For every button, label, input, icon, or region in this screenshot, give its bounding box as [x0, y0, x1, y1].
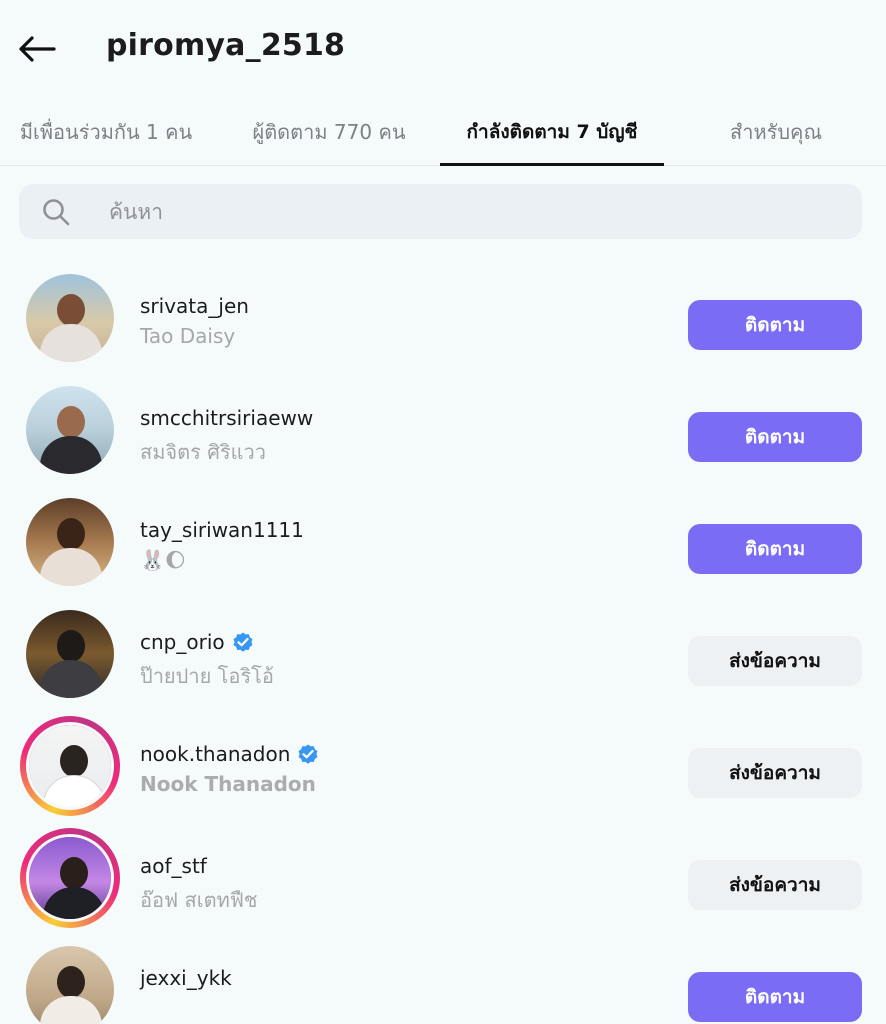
tab-followers[interactable]: ผู้ติดตาม 770 คน	[232, 98, 426, 165]
arrow-left-icon	[19, 36, 56, 62]
tab-for-you[interactable]: สำหรับคุณ	[686, 98, 866, 165]
list-item[interactable]: nook.thanadon Nook Thanadon ส่งข้อความ	[0, 716, 886, 828]
display-name: Tao Daisy	[140, 324, 236, 348]
tab-bar: มีเพื่อนร่วมกัน 1 คน ผู้ติดตาม 770 คน กำ…	[0, 98, 886, 166]
list-item[interactable]: cnp_orio ป๊ายปาย โอริโอ้ ส่งข้อความ	[0, 604, 886, 716]
list-item[interactable]: jexxi_ykk ติดตาม	[0, 940, 886, 1024]
follow-button[interactable]: ติดตาม	[688, 524, 862, 574]
search-input[interactable]	[109, 184, 809, 239]
username[interactable]: tay_siriwan1111	[140, 518, 304, 542]
username[interactable]: nook.thanadon	[140, 742, 320, 766]
display-name: 🐰🌔	[140, 548, 186, 572]
avatar[interactable]	[20, 268, 120, 368]
display-name: Nook Thanadon	[140, 772, 316, 796]
tab-mutual-friends[interactable]: มีเพื่อนร่วมกัน 1 คน	[0, 98, 212, 165]
verified-badge-icon	[233, 632, 253, 652]
avatar	[26, 834, 114, 922]
top-bar: piromya_2518	[0, 0, 886, 98]
avatar[interactable]	[20, 940, 120, 1024]
follow-button[interactable]: ติดตาม	[688, 972, 862, 1022]
search-icon	[43, 199, 70, 226]
message-button[interactable]: ส่งข้อความ	[688, 748, 862, 798]
list-item[interactable]: aof_stf อ๊อฟ สเตทฟืช ส่งข้อความ	[0, 828, 886, 940]
tab-following[interactable]: กำลังติดตาม 7 บัญชี	[440, 98, 664, 166]
avatar-story-ring[interactable]	[20, 828, 120, 928]
display-name: อ๊อฟ สเตทฟืช	[140, 888, 258, 912]
search-bar[interactable]	[19, 184, 862, 239]
username[interactable]: aof_stf	[140, 854, 258, 878]
username[interactable]: smcchitrsiriaeww	[140, 406, 313, 430]
username[interactable]: srivata_jen	[140, 294, 249, 318]
avatar-story-ring[interactable]	[20, 716, 120, 816]
username[interactable]: jexxi_ykk	[140, 966, 232, 990]
list-item[interactable]: srivata_jen Tao Daisy ติดตาม	[0, 268, 886, 380]
message-button[interactable]: ส่งข้อความ	[688, 636, 862, 686]
list-item[interactable]: smcchitrsiriaeww สมจิตร ศิริแวว ติดตาม	[0, 380, 886, 492]
avatar[interactable]	[20, 380, 120, 480]
verified-badge-icon	[298, 744, 318, 764]
back-button[interactable]	[16, 30, 58, 68]
username[interactable]: cnp_orio	[140, 630, 274, 654]
message-button[interactable]: ส่งข้อความ	[688, 860, 862, 910]
page-title: piromya_2518	[106, 28, 346, 63]
avatar[interactable]	[20, 604, 120, 704]
list-item[interactable]: tay_siriwan1111 🐰🌔 ติดตาม	[0, 492, 886, 604]
display-name: สมจิตร ศิริแวว	[140, 440, 266, 464]
avatar	[26, 722, 114, 810]
display-name: ป๊ายปาย โอริโอ้	[140, 664, 274, 688]
follow-button[interactable]: ติดตาม	[688, 300, 862, 350]
avatar[interactable]	[20, 492, 120, 592]
follow-button[interactable]: ติดตาม	[688, 412, 862, 462]
